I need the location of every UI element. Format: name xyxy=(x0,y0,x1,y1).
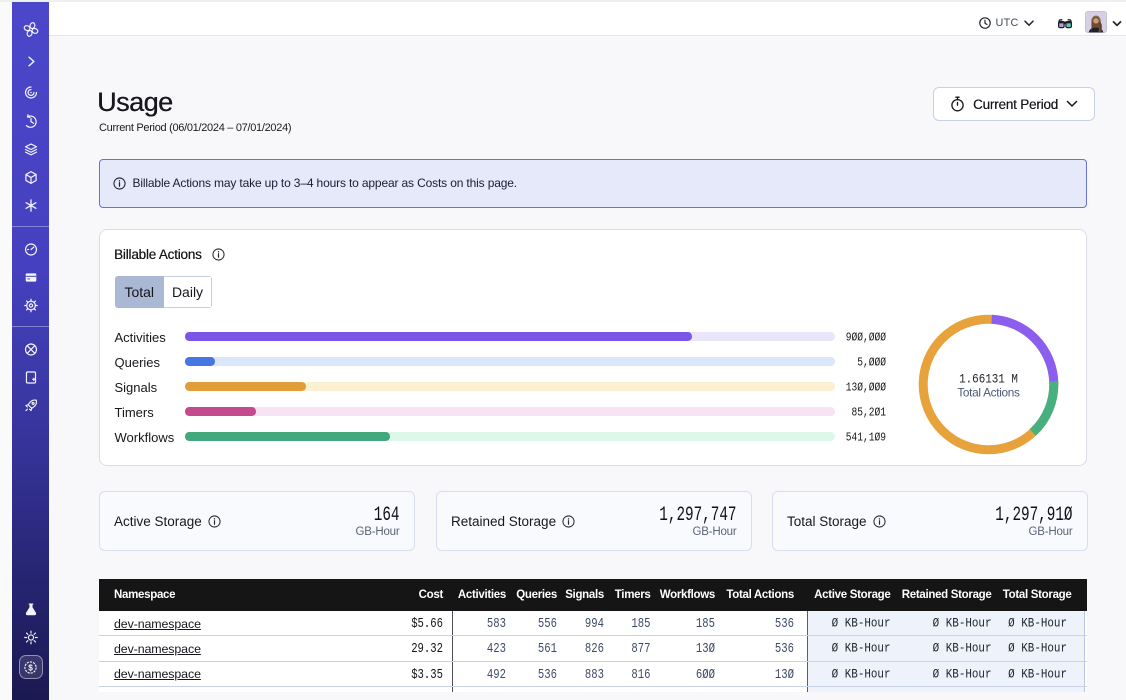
svg-text:Total Actions: Total Actions xyxy=(957,386,1020,400)
svg-text:$: $ xyxy=(28,663,33,672)
